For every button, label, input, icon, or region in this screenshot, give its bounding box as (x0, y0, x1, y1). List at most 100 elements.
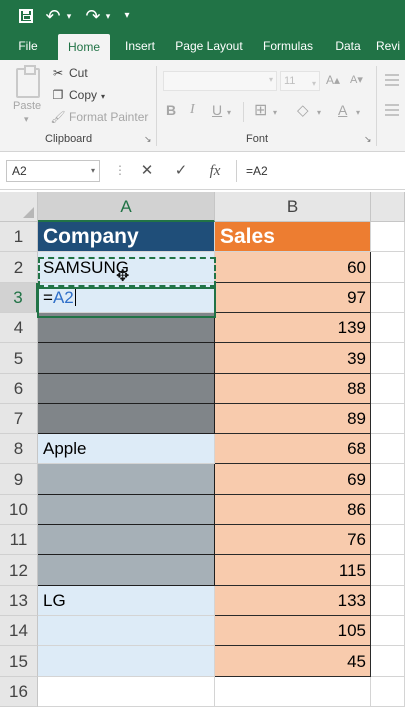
row-header-16[interactable]: 16 (0, 677, 38, 707)
cell-c13[interactable] (371, 586, 405, 616)
name-box-dropdown-icon[interactable]: ▾ (91, 161, 95, 181)
cell-b10[interactable]: 86 (215, 495, 371, 525)
copy-dropdown-icon[interactable]: ▾ (101, 92, 105, 101)
row-header-12[interactable]: 12 (0, 555, 38, 586)
fill-color-dropdown-icon[interactable]: ▾ (317, 108, 321, 117)
cell-c4[interactable] (371, 313, 405, 343)
cell-a10[interactable] (38, 495, 215, 525)
copy-button[interactable]: ❐ Copy ▾ (50, 88, 105, 102)
select-all-corner[interactable] (0, 192, 38, 222)
cell-c2[interactable] (371, 252, 405, 283)
row-header-2[interactable]: 2 (0, 252, 38, 283)
tab-insert[interactable]: Insert (118, 32, 162, 60)
cell-b6[interactable]: 88 (215, 374, 371, 404)
decrease-font-icon[interactable]: A▾ (350, 73, 363, 86)
cell-b9[interactable]: 69 (215, 464, 371, 495)
cell-b14[interactable]: 105 (215, 616, 371, 646)
tab-page-layout[interactable]: Page Layout (170, 32, 248, 60)
cell-c3[interactable] (371, 283, 405, 313)
bold-icon[interactable]: B (166, 102, 176, 118)
underline-dropdown-icon[interactable]: ▾ (227, 108, 231, 117)
undo-icon[interactable]: ↶ (44, 6, 62, 26)
row-header-5[interactable]: 5 (0, 343, 38, 374)
cell-a5[interactable] (38, 343, 215, 374)
paste-dropdown-icon[interactable]: ▾ (24, 114, 29, 125)
row-header-7[interactable]: 7 (0, 404, 38, 434)
undo-dropdown-icon[interactable]: ▾ (64, 6, 74, 26)
cell-a9[interactable] (38, 464, 215, 495)
font-launcher-icon[interactable]: ↘ (364, 134, 372, 145)
insert-function-icon[interactable]: fx (202, 160, 228, 182)
customize-qat-icon[interactable]: ▾ (120, 6, 134, 26)
cell-c14[interactable] (371, 616, 405, 646)
cell-c12[interactable] (371, 555, 405, 586)
borders-dropdown-icon[interactable]: ▾ (273, 108, 277, 117)
cell-b8[interactable]: 68 (215, 434, 371, 464)
formula-input[interactable]: =A2 (238, 160, 405, 182)
cell-a4[interactable] (38, 313, 215, 343)
name-box[interactable]: A2 ▾ (6, 160, 100, 182)
column-header-b[interactable]: B (215, 192, 371, 222)
row-header-15[interactable]: 15 (0, 646, 38, 677)
cell-b7[interactable]: 89 (215, 404, 371, 434)
cell-a2[interactable]: SAMSUNG (38, 252, 215, 283)
redo-icon[interactable]: ↷ (84, 6, 102, 26)
cell-c6[interactable] (371, 374, 405, 404)
paste-icon[interactable] (16, 65, 40, 98)
column-header-a[interactable]: A (38, 192, 215, 222)
enter-icon[interactable]: ✓ (168, 160, 194, 182)
redo-dropdown-icon[interactable]: ▾ (103, 6, 113, 26)
cell-c1[interactable] (371, 222, 405, 252)
cell-a6[interactable] (38, 374, 215, 404)
cell-c16[interactable] (371, 677, 405, 707)
cell-c8[interactable] (371, 434, 405, 464)
cell-a8[interactable]: Apple (38, 434, 215, 464)
cell-a16[interactable] (38, 677, 215, 707)
row-header-14[interactable]: 14 (0, 616, 38, 646)
align-left-icon[interactable] (385, 104, 399, 119)
row-header-9[interactable]: 9 (0, 464, 38, 495)
cell-c9[interactable] (371, 464, 405, 495)
row-header-1[interactable]: 1 (0, 222, 38, 252)
fill-color-icon[interactable]: ◇ (297, 101, 309, 119)
column-header-c[interactable] (371, 192, 405, 222)
row-header-8[interactable]: 8 (0, 434, 38, 464)
cell-b15[interactable]: 45 (215, 646, 371, 677)
underline-icon[interactable]: U (212, 102, 222, 118)
cell-c15[interactable] (371, 646, 405, 677)
cell-c11[interactable] (371, 525, 405, 555)
tab-home[interactable]: Home (58, 34, 110, 60)
row-header-10[interactable]: 10 (0, 495, 38, 525)
cell-b11[interactable]: 76 (215, 525, 371, 555)
cell-a3[interactable]: =A2 (38, 283, 215, 313)
tab-data[interactable]: Data (328, 32, 368, 60)
tab-review[interactable]: Revi (376, 32, 405, 60)
cell-b5[interactable]: 39 (215, 343, 371, 374)
cut-button[interactable]: ✂ Cut (50, 66, 88, 80)
cell-c5[interactable] (371, 343, 405, 374)
save-icon[interactable] (16, 6, 34, 26)
row-header-3[interactable]: 3 (0, 283, 38, 313)
cell-c7[interactable] (371, 404, 405, 434)
row-header-11[interactable]: 11 (0, 525, 38, 555)
align-top-icon[interactable] (385, 74, 399, 89)
cell-b3[interactable]: 97 (215, 283, 371, 313)
cell-b16[interactable] (215, 677, 371, 707)
cell-a1[interactable]: Company (38, 222, 215, 252)
row-header-13[interactable]: 13 (0, 586, 38, 616)
font-size-dropdown-icon[interactable]: ▾ (312, 75, 316, 93)
tab-formulas[interactable]: Formulas (256, 32, 320, 60)
cell-b2[interactable]: 60 (215, 252, 371, 283)
font-size-box[interactable]: 11 ▾ (280, 71, 320, 91)
cancel-icon[interactable]: ✕ (134, 160, 160, 182)
format-painter-button[interactable]: 🖌 Format Painter (50, 110, 148, 124)
cell-a14[interactable] (38, 616, 215, 646)
cell-c10[interactable] (371, 495, 405, 525)
font-color-icon[interactable]: A (338, 102, 347, 118)
borders-icon[interactable]: ⊞ (254, 100, 267, 120)
tab-file[interactable]: File (8, 32, 48, 60)
cell-b4[interactable]: 139 (215, 313, 371, 343)
cell-a15[interactable] (38, 646, 215, 677)
font-name-box[interactable]: ▾ (163, 71, 277, 91)
formula-bar-grip-icon[interactable]: ⋮ (114, 163, 126, 177)
